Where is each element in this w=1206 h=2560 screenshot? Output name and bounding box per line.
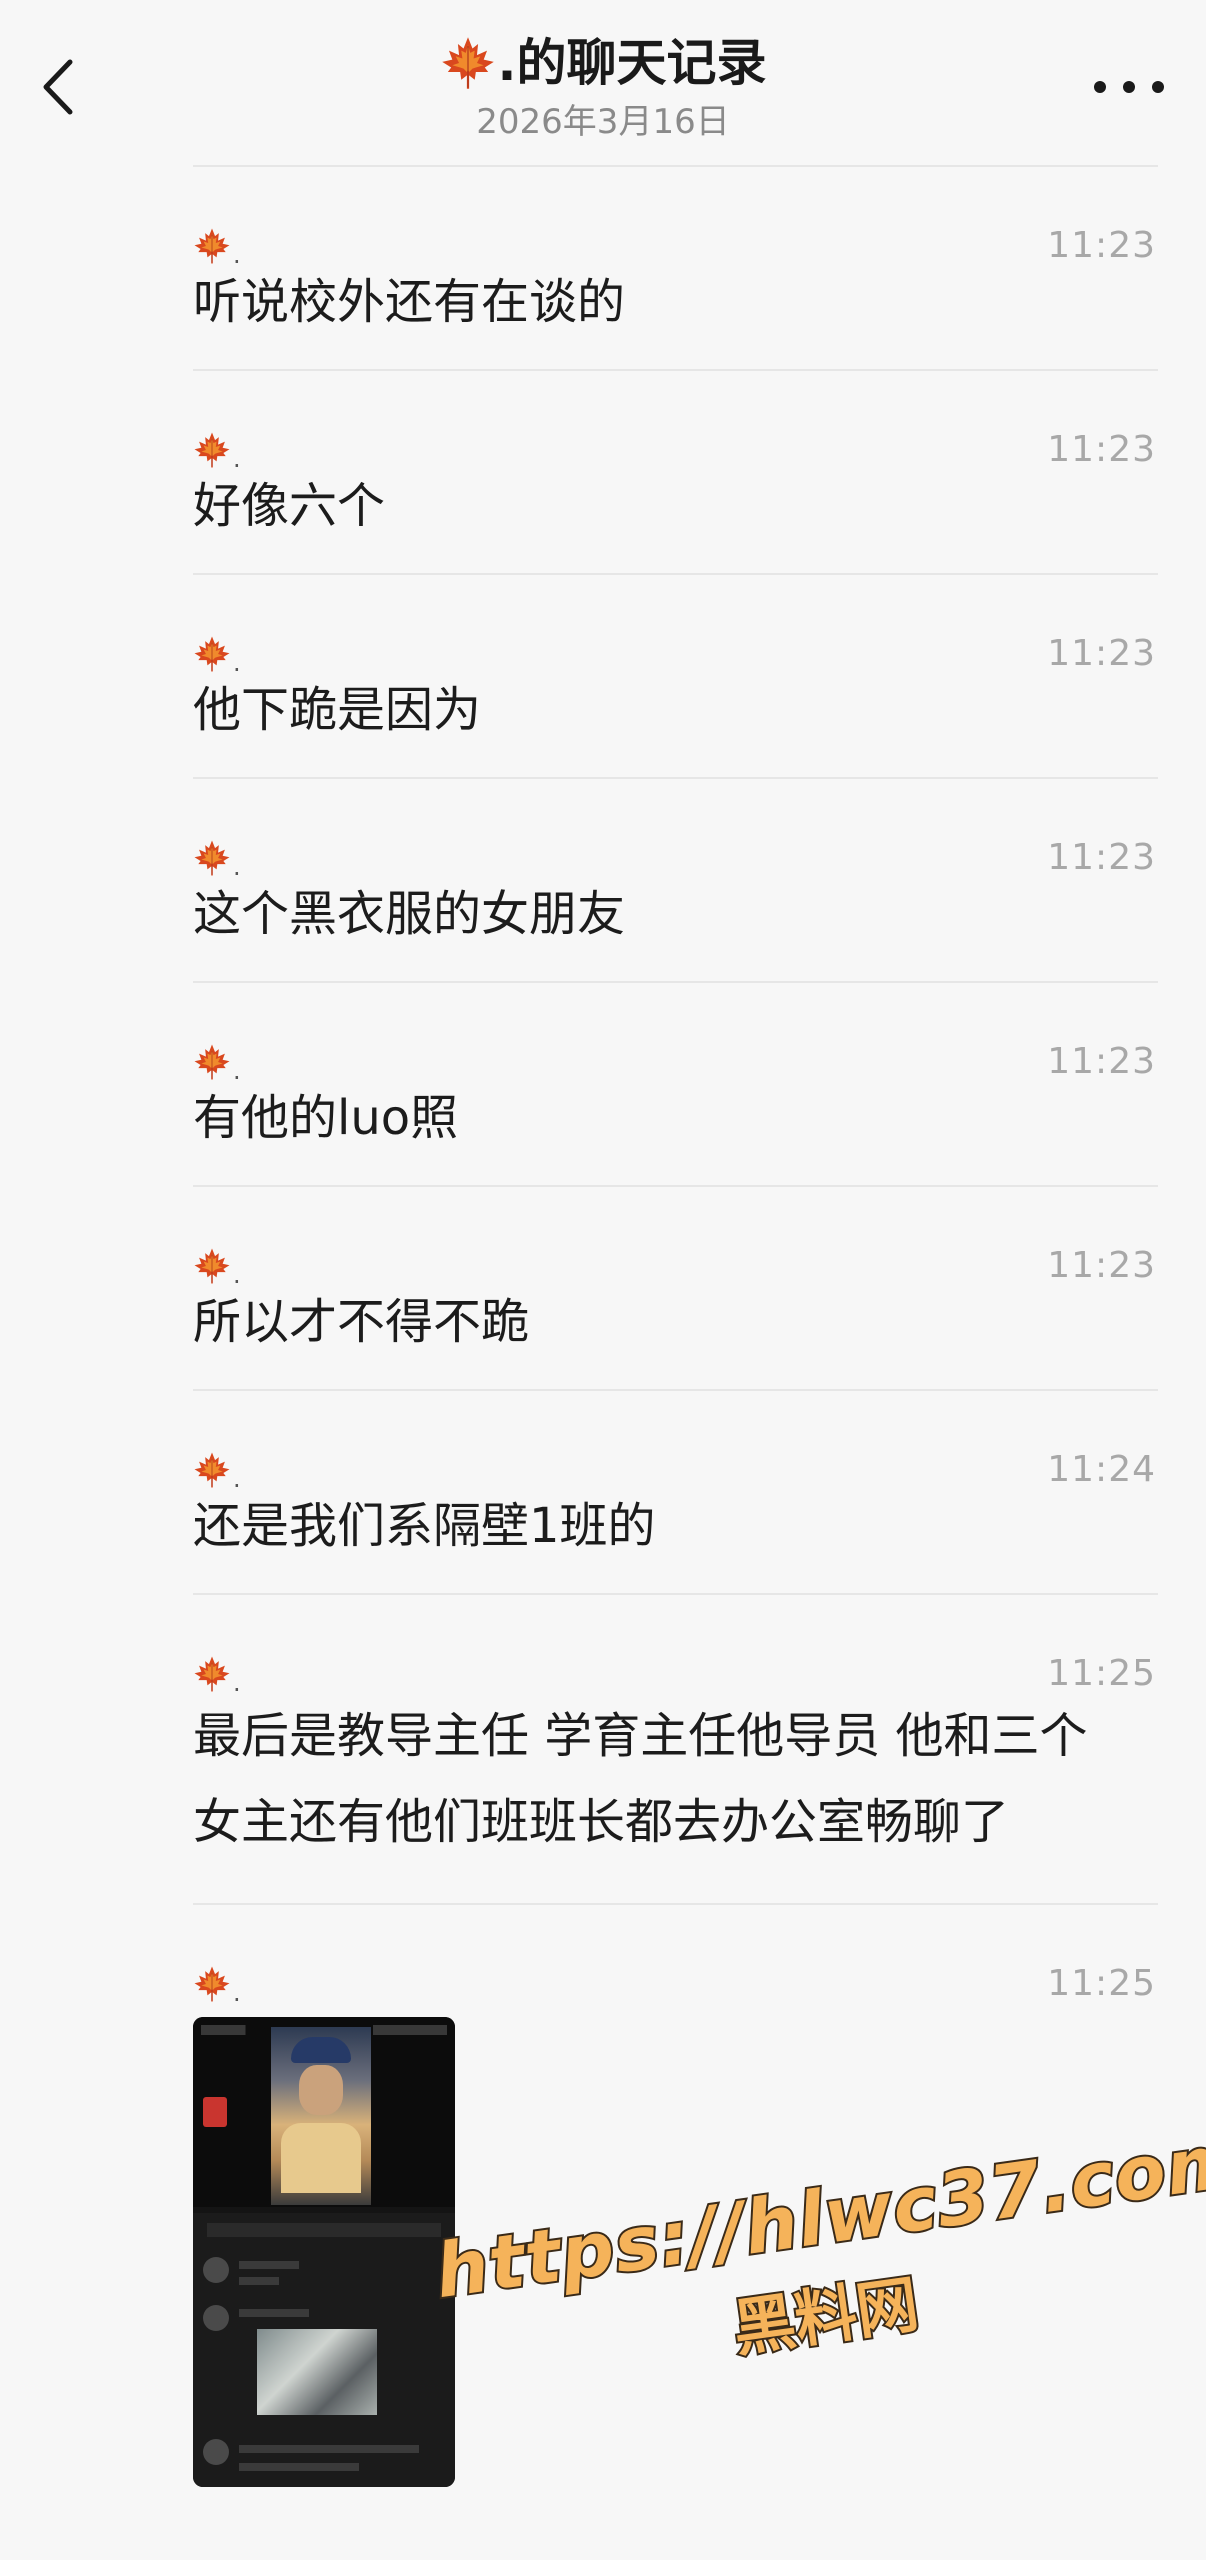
- chat-history-header: .的聊天记录 2026年3月16日: [0, 0, 1206, 165]
- list-item[interactable]: . 11:23 他下跪是因为: [193, 575, 1158, 779]
- message-text: 他下跪是因为: [193, 682, 482, 738]
- list-item[interactable]: . 11:23 所以才不得不跪: [193, 1187, 1158, 1391]
- sender-name: .: [233, 1979, 241, 2007]
- sender: .: [193, 1245, 1158, 1289]
- message-time: 11:23: [1047, 1245, 1156, 1286]
- sender: .: [193, 1963, 1158, 2007]
- sender-name: .: [233, 1465, 241, 1493]
- list-item[interactable]: . 11:25: [193, 1905, 1158, 2525]
- message-time: 11:24: [1047, 1449, 1156, 1490]
- sender: .: [193, 1653, 1158, 1697]
- screenshot-chat-area: [193, 2213, 455, 2487]
- more-button[interactable]: [1094, 62, 1164, 112]
- list-item[interactable]: . 11:24 还是我们系隔壁1班的: [193, 1391, 1158, 1595]
- maple-leaf-icon: [193, 1655, 231, 1693]
- video-thumbnail: [271, 2027, 371, 2205]
- message-list[interactable]: . 11:23 听说校外还有在谈的 . 11:23 好像六个 . 11:23 他…: [193, 167, 1158, 2525]
- sender: .: [193, 633, 1158, 677]
- list-item[interactable]: . 11:23 这个黑衣服的女朋友: [193, 779, 1158, 983]
- page-title: .的聊天记录: [440, 28, 767, 98]
- maple-leaf-icon: [193, 431, 231, 469]
- message-text: 这个黑衣服的女朋友: [193, 886, 626, 942]
- message-time: 11:23: [1047, 225, 1156, 266]
- message-time: 11:23: [1047, 429, 1156, 470]
- message-image[interactable]: [193, 2017, 455, 2487]
- message-time: 11:25: [1047, 1963, 1156, 2004]
- maple-leaf-icon: [440, 35, 496, 91]
- screenshot-photo: [257, 2329, 377, 2415]
- screenshot-video-area: [193, 2017, 455, 2207]
- maple-leaf-icon: [193, 1965, 231, 2003]
- message-time: 11:23: [1047, 633, 1156, 674]
- page-title-text: .的聊天记录: [497, 34, 767, 92]
- sender-name: .: [233, 241, 241, 269]
- sender-name: .: [233, 853, 241, 881]
- sender-name: .: [233, 1057, 241, 1085]
- message-text: 好像六个: [193, 478, 386, 534]
- sender: .: [193, 1041, 1158, 1085]
- maple-leaf-icon: [193, 227, 231, 265]
- maple-leaf-icon: [193, 1451, 231, 1489]
- chat-date: 2026年3月16日: [476, 102, 730, 142]
- sender: .: [193, 225, 1158, 269]
- sender-name: .: [233, 649, 241, 677]
- maple-leaf-icon: [193, 839, 231, 877]
- list-item[interactable]: . 11:23 有他的luo照: [193, 983, 1158, 1187]
- app-icon: [203, 2097, 227, 2127]
- message-text: 还是我们系隔壁1班的: [193, 1498, 656, 1554]
- sender-name: .: [233, 1261, 241, 1289]
- sender-name: .: [233, 1669, 241, 1697]
- list-item[interactable]: . 11:23 听说校外还有在谈的: [193, 167, 1158, 371]
- message-text: 最后是教导主任 学育主任他导员 他和三个 女主还有他们班班长都去办公室畅聊了: [193, 1708, 1088, 1850]
- sender: .: [193, 429, 1158, 473]
- maple-leaf-icon: [193, 1247, 231, 1285]
- sender: .: [193, 837, 1158, 881]
- list-item[interactable]: . 11:23 好像六个: [193, 371, 1158, 575]
- message-text: 听说校外还有在谈的: [193, 274, 626, 330]
- message-time: 11:25: [1047, 1653, 1156, 1694]
- message-time: 11:23: [1047, 1041, 1156, 1082]
- sender: .: [193, 1449, 1158, 1493]
- maple-leaf-icon: [193, 1043, 231, 1081]
- message-time: 11:23: [1047, 837, 1156, 878]
- message-text: 所以才不得不跪: [193, 1294, 530, 1350]
- list-item[interactable]: . 11:25 最后是教导主任 学育主任他导员 他和三个 女主还有他们班班长都去…: [193, 1595, 1158, 1905]
- sender-name: .: [233, 445, 241, 473]
- message-text: 有他的luo照: [193, 1090, 459, 1146]
- more-dots-icon: [1094, 81, 1106, 93]
- maple-leaf-icon: [193, 635, 231, 673]
